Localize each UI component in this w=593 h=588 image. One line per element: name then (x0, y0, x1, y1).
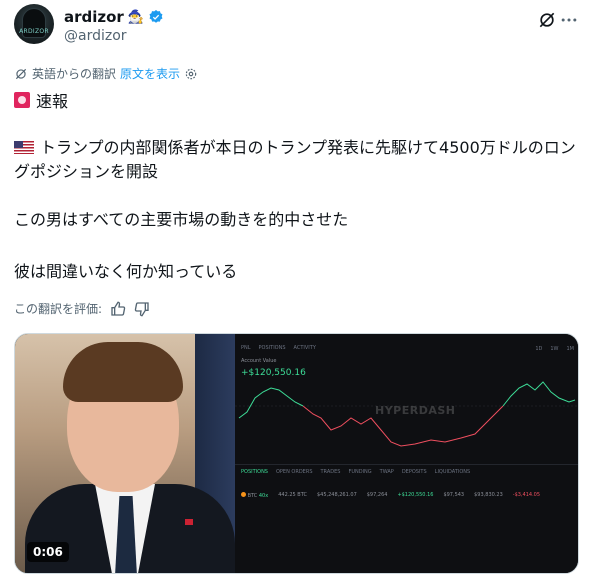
verified-badge-icon[interactable] (148, 9, 164, 25)
photo-flag-pin (185, 519, 193, 525)
mark-cell: $97,543 (443, 492, 465, 498)
post-paragraph-1-text: トランプの内部関係者が本日のトランプ発表に先駆けて4500万ドルのロングポジショ… (14, 138, 576, 181)
dashboard-timeframes: 1D 1W 1M (535, 346, 574, 352)
siren-icon (14, 92, 30, 108)
thumbs-down-icon[interactable] (134, 301, 150, 317)
coin-cell: BTC 40x (241, 492, 268, 499)
position-row: BTC 40x 442.25 BTC $45,248,261.07 $97,26… (241, 492, 540, 499)
bitcoin-icon (241, 492, 246, 497)
funding-cell: -$3,414.05 (512, 492, 541, 498)
positions-tab: FUNDING (348, 469, 372, 475)
positions-tab: TWAP (379, 469, 394, 475)
coin-name: BTC (247, 493, 258, 499)
positions-tab: POSITIONS (241, 469, 268, 475)
hyperdash-watermark: HYPERDASH (375, 404, 456, 417)
wizard-emoji-icon: 🧙‍♂️ (127, 9, 145, 25)
leverage: 40x (258, 493, 269, 499)
post-paragraph-1: トランプの内部関係者が本日のトランプ発表に先駆けて4500万ドルのロングポジショ… (14, 136, 579, 184)
show-original-link[interactable]: 原文を表示 (120, 65, 180, 82)
dashboard-tab: PNL (241, 345, 251, 351)
size-cell: 442.25 BTC (278, 492, 307, 498)
value-cell: $45,248,261.07 (316, 492, 357, 498)
handle[interactable]: @ardizor (64, 28, 127, 44)
grok-translate-icon (15, 68, 27, 79)
more-options-icon[interactable] (559, 10, 579, 30)
post-paragraph-3: 彼は間違いなく何か知っている (14, 262, 238, 281)
breaking-headline: 速報 (14, 88, 68, 112)
liq-cell: $93,830.23 (474, 492, 503, 498)
rate-translation: この翻訳を評価: (14, 300, 150, 317)
positions-tab: TRADES (320, 469, 341, 475)
photo-hair (63, 342, 183, 402)
pnl-line-green (238, 387, 304, 419)
post-header: ARDIZOR ardizor 🧙‍♂️ @ardizor (14, 4, 579, 48)
pnl-chart (235, 381, 578, 447)
rate-translation-label: この翻訳を評価: (14, 302, 103, 316)
pnl-cell: +$120,550.16 (397, 492, 434, 498)
positions-tab: OPEN ORDERS (275, 469, 313, 475)
video-duration: 0:06 (27, 542, 69, 562)
account-value: +$120,550.16 (241, 368, 306, 378)
post-paragraph-2: この男はすべての主要市場の動きを的中させた (14, 210, 349, 229)
timeframe: 1M (566, 346, 575, 352)
grok-icon[interactable] (537, 10, 557, 30)
account-value-label: Account Value (241, 358, 277, 364)
timeframe: 1D (535, 346, 543, 352)
breaking-label: 速報 (36, 92, 69, 111)
display-name[interactable]: ardizor (64, 8, 124, 26)
timeframe: 1W (550, 346, 559, 352)
positions-tabs: POSITIONS OPEN ORDERS TRADES FUNDING TWA… (241, 469, 470, 475)
avatar[interactable]: ARDIZOR (14, 4, 54, 44)
trading-dashboard-screenshot: PNL POSITIONS ACTIVITY 1D 1W 1M Account … (235, 334, 578, 573)
thumbs-up-icon[interactable] (110, 301, 126, 317)
positions-tab: DEPOSITS (401, 469, 427, 475)
settings-gear-icon[interactable] (184, 67, 198, 81)
dashboard-divider (235, 464, 578, 465)
positions-tab: LIQUIDATIONS (434, 469, 471, 475)
dashboard-tabs: PNL POSITIONS ACTIVITY (241, 345, 316, 351)
pnl-line-green-end (502, 381, 576, 407)
name-row: ardizor 🧙‍♂️ (64, 8, 164, 26)
video-photo-portrait: 0:06 (15, 334, 235, 573)
us-flag-icon (14, 141, 34, 154)
dashboard-tab: POSITIONS (258, 345, 286, 351)
dashboard-tab: ACTIVITY (293, 345, 316, 351)
entry-cell: $97,264 (366, 492, 388, 498)
avatar-text: ARDIZOR (19, 28, 49, 35)
translation-label: 英語からの翻訳 (32, 67, 117, 81)
video-media[interactable]: 0:06 PNL POSITIONS ACTIVITY 1D 1W 1M Acc… (14, 333, 579, 574)
translation-note: 英語からの翻訳 原文を表示 (14, 65, 198, 82)
